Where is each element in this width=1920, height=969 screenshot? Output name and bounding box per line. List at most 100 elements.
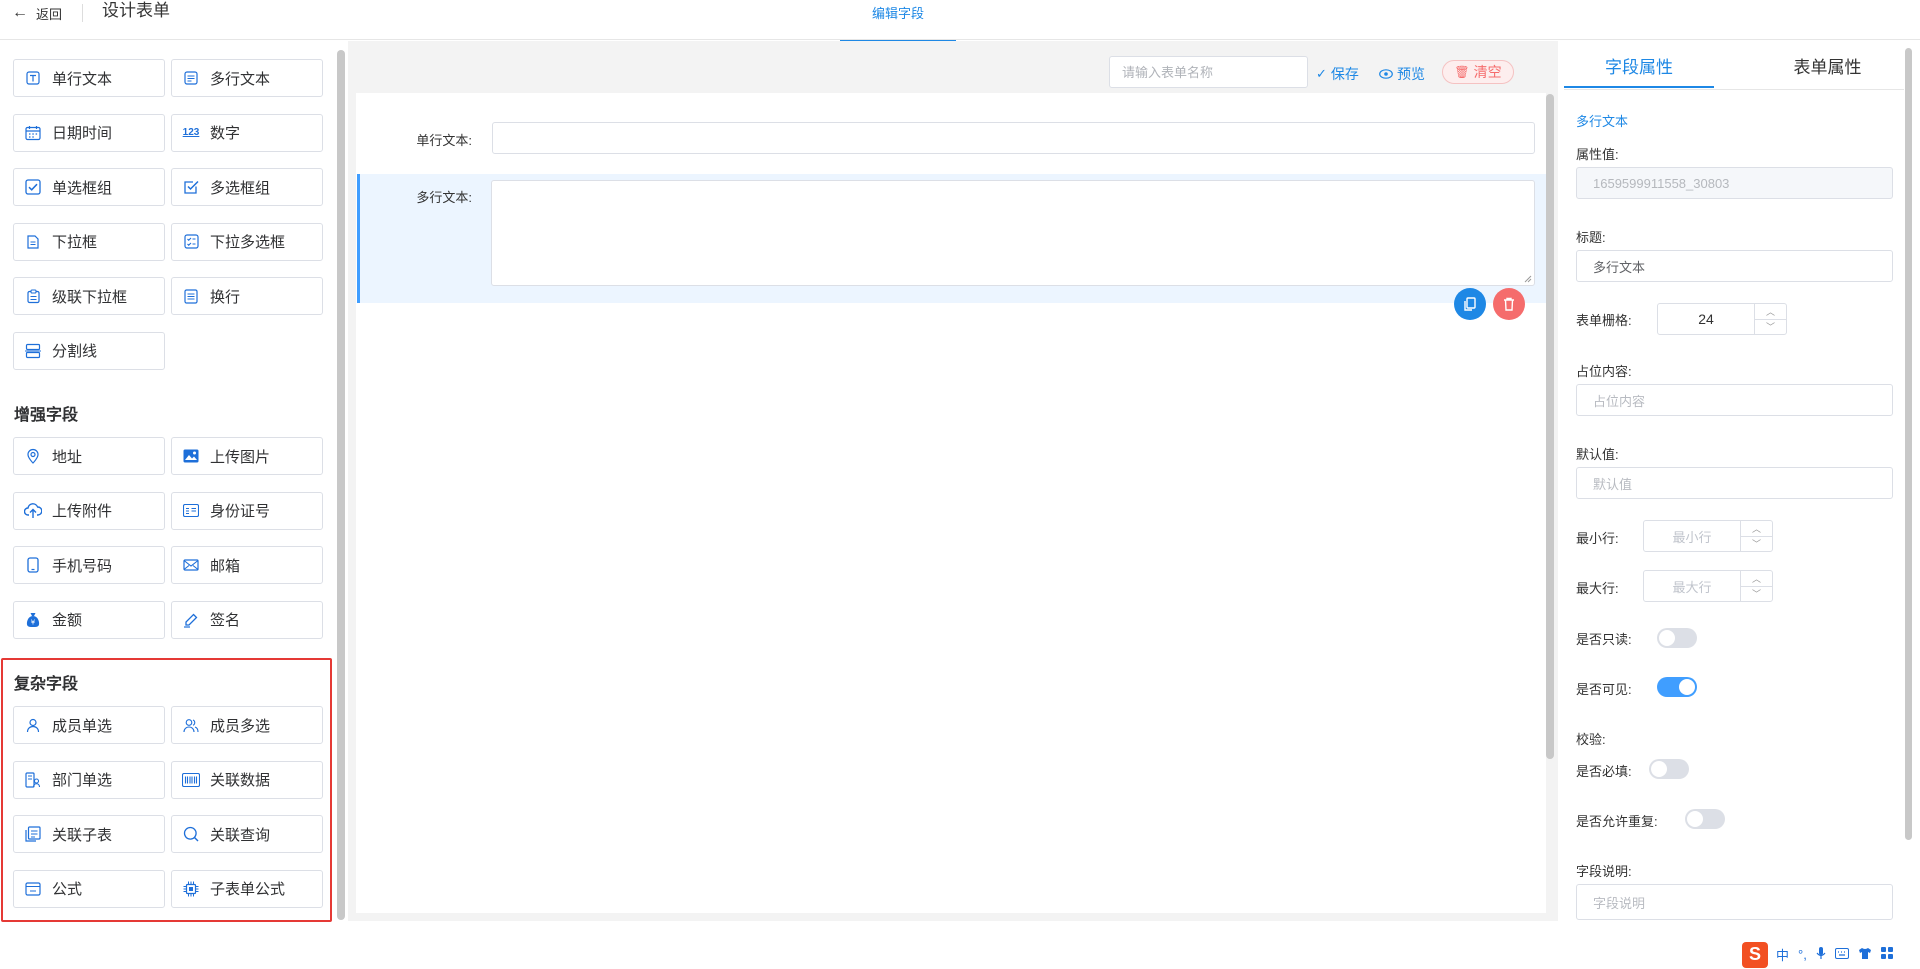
palette-item-checkbox[interactable]: 多选框组 xyxy=(171,168,323,206)
chevron-up-icon[interactable]: ︿ xyxy=(1741,571,1772,587)
punctuation-icon[interactable]: °, xyxy=(1798,947,1807,962)
copy-field-button[interactable] xyxy=(1454,288,1486,320)
palette-item-label: 单选框组 xyxy=(52,179,113,197)
attr-label: 属性值: xyxy=(1576,147,1619,162)
chevron-up-icon[interactable]: ︿ xyxy=(1741,521,1772,537)
palette-item-label: 地址 xyxy=(52,448,83,466)
back-label: 返回 xyxy=(36,6,63,22)
title-input[interactable]: 多行文本 xyxy=(1576,250,1893,282)
repeat-toggle[interactable] xyxy=(1685,809,1725,829)
palette-item-label: 下拉框 xyxy=(52,234,98,251)
readonly-label: 是否只读: xyxy=(1576,632,1632,647)
palette-item-chip[interactable]: 子表单公式 xyxy=(171,869,323,908)
visible-label: 是否可见: xyxy=(1576,682,1632,697)
chevron-down-icon[interactable]: ﹀ xyxy=(1755,320,1786,335)
search-icon xyxy=(182,825,200,843)
palette-item-label: 金额 xyxy=(52,612,83,629)
grid-value: 24 xyxy=(1698,311,1714,327)
palette-item-label: 手机号码 xyxy=(52,557,113,575)
tab-edit-field[interactable]: 编辑字段 xyxy=(840,0,956,42)
palette-item-linebreak[interactable]: 换行 xyxy=(171,277,323,315)
chevron-up-icon[interactable]: ︿ xyxy=(1755,304,1786,320)
palette-item-calendar[interactable]: 日期时间 xyxy=(13,113,165,152)
sogou-logo-icon[interactable]: S xyxy=(1742,941,1768,968)
back-button[interactable]: ← 返回 xyxy=(12,2,62,24)
canvas-scrollbar[interactable] xyxy=(1546,94,1554,759)
palette-item-label: 上传图片 xyxy=(210,448,271,466)
single-line-text-field[interactable] xyxy=(492,122,1535,154)
users-icon xyxy=(182,716,200,734)
page-title: 设计表单 xyxy=(102,1,170,20)
palette-item-users[interactable]: 成员多选 xyxy=(171,706,323,744)
right-scrollbar[interactable] xyxy=(1905,48,1912,840)
palette-item-id-card[interactable]: 身份证号 xyxy=(171,491,323,530)
palette-item-user[interactable]: 成员单选 xyxy=(13,706,165,744)
multi-line-text-field[interactable] xyxy=(491,180,1535,286)
palette-item-subtable[interactable]: 关联子表 xyxy=(13,815,165,853)
delete-field-button[interactable] xyxy=(1493,288,1525,320)
min-rows-stepper[interactable]: 最小行 ︿ ﹀ xyxy=(1643,520,1773,552)
save-label: 保存 xyxy=(1330,66,1359,82)
toolbox-icon[interactable] xyxy=(1880,947,1893,962)
mail-icon xyxy=(182,556,200,574)
calendar-icon xyxy=(24,124,42,142)
default-input[interactable]: 默认值 xyxy=(1576,467,1893,499)
ime-lang[interactable]: 中 xyxy=(1776,945,1789,964)
default-label: 默认值: xyxy=(1576,447,1619,462)
title-label: 标题: xyxy=(1576,230,1606,245)
form-name-input[interactable] xyxy=(1109,56,1308,88)
clear-button[interactable]: 🗑 清空 xyxy=(1442,60,1514,84)
palette-item-dropdown[interactable]: 下拉框 xyxy=(13,222,165,261)
palette-item-cascade[interactable]: 级联下拉框 xyxy=(13,277,165,315)
palette-item-upload-cloud[interactable]: 上传附件 xyxy=(13,491,165,530)
palette-item-barcode[interactable]: 关联数据 xyxy=(171,760,323,799)
attr-value-input[interactable]: 1659599911558_30803 xyxy=(1576,167,1893,199)
required-toggle[interactable] xyxy=(1649,759,1689,779)
palette-item-phone[interactable]: 手机号码 xyxy=(13,546,165,584)
dropdown-icon xyxy=(24,233,42,251)
palette-item-label: 部门单选 xyxy=(52,772,113,789)
palette-item-text[interactable]: 单行文本 xyxy=(13,59,165,97)
placeholder-label: 占位内容: xyxy=(1576,364,1632,379)
chevron-down-icon[interactable]: ﹀ xyxy=(1741,537,1772,552)
tab-field-properties[interactable]: 字段属性 xyxy=(1564,48,1714,88)
palette-item-divider[interactable]: 分割线 xyxy=(13,331,165,370)
readonly-toggle[interactable] xyxy=(1657,628,1697,648)
chevron-down-icon[interactable]: ﹀ xyxy=(1741,587,1772,602)
palette-item-label: 单行文本 xyxy=(52,70,113,88)
placeholder-input[interactable]: 占位内容 xyxy=(1576,384,1893,416)
grid-stepper[interactable]: 24 ︿ ﹀ xyxy=(1657,303,1787,335)
palette-item-pen[interactable]: 签名 xyxy=(171,600,323,639)
palette-item-formula[interactable]: 公式 xyxy=(13,869,165,908)
svg-text:¥: ¥ xyxy=(31,618,36,626)
left-scrollbar[interactable] xyxy=(337,50,345,920)
skin-icon[interactable] xyxy=(1858,947,1872,963)
tab-form-properties[interactable]: 表单属性 xyxy=(1750,48,1905,88)
min-rows-label: 最小行: xyxy=(1576,531,1619,546)
palette-item-label: 上传附件 xyxy=(52,503,113,520)
desc-input[interactable]: 字段说明 xyxy=(1576,884,1893,920)
visible-toggle[interactable] xyxy=(1657,677,1697,697)
ime-toolbar: S 中 °, xyxy=(1742,940,1920,969)
palette-item-search[interactable]: 关联查询 xyxy=(171,815,323,853)
copy-icon xyxy=(1464,297,1476,311)
image-icon xyxy=(182,447,200,465)
palette-item-multi-dropdown[interactable]: 下拉多选框 xyxy=(171,222,323,261)
palette-item-location[interactable]: 地址 xyxy=(13,437,165,475)
palette-item-department[interactable]: 部门单选 xyxy=(13,760,165,799)
palette-item-textarea[interactable]: 多行文本 xyxy=(171,59,323,97)
max-rows-stepper[interactable]: 最大行 ︿ ﹀ xyxy=(1643,570,1773,602)
trash-icon xyxy=(1504,297,1514,311)
palette-item-radio[interactable]: 单选框组 xyxy=(13,168,165,206)
palette-item-money-bag[interactable]: ¥ 金额 xyxy=(13,600,165,639)
microphone-icon[interactable] xyxy=(1816,946,1826,963)
preview-button[interactable]: 预览 xyxy=(1379,64,1425,84)
id-card-icon xyxy=(182,502,200,520)
save-button[interactable]: ✓ 保存 xyxy=(1316,64,1359,84)
palette-item-image[interactable]: 上传图片 xyxy=(171,437,323,475)
textarea-icon xyxy=(182,69,200,87)
palette-item-number[interactable]: 123 数字 xyxy=(171,113,323,152)
preview-label: 预览 xyxy=(1397,66,1425,82)
keyboard-icon[interactable] xyxy=(1834,947,1849,962)
palette-item-mail[interactable]: 邮箱 xyxy=(171,546,323,584)
